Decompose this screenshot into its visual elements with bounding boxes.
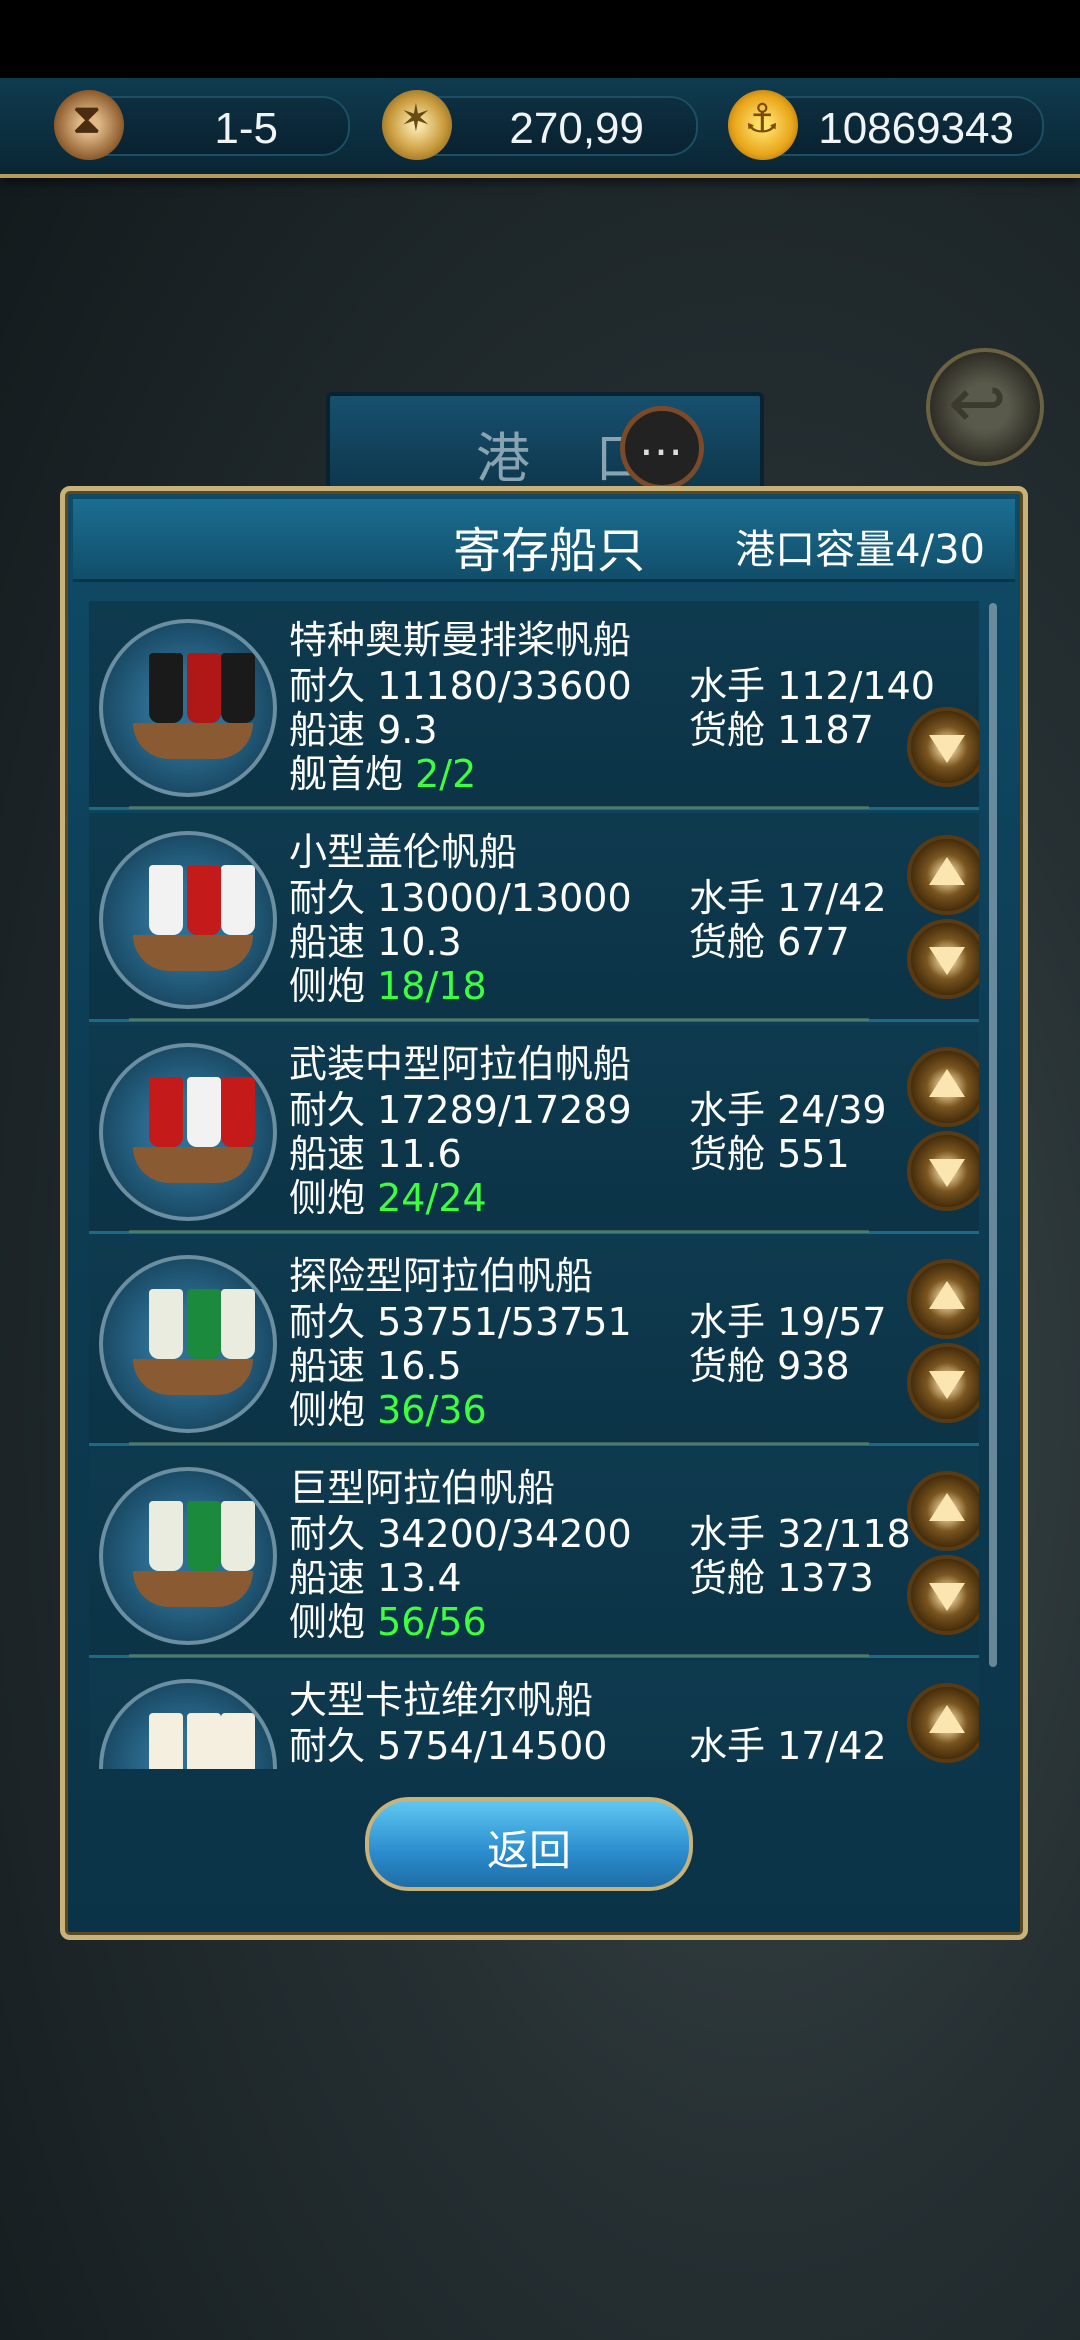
move-down-button[interactable] (907, 1343, 979, 1423)
move-down-button[interactable] (907, 707, 979, 787)
back-arrow-icon: ↩ (948, 362, 1007, 444)
cargo-label: 货舱 (689, 1132, 766, 1176)
ship-guns: 侧炮 24/24 (289, 1167, 487, 1222)
turn-value: 1-5 (214, 104, 278, 153)
ship-row[interactable]: 特种奥斯曼排桨帆船 耐久 11180/33600 船速 9.3 舰首炮 2/2 … (89, 601, 979, 810)
gun-label: 侧炮 (289, 1388, 366, 1432)
stored-ships-panel: 寄存船只 港口容量4/30 特种奥斯曼排桨帆船 耐久 11180/33600 船… (60, 486, 1028, 1940)
ship-guns: 侧炮 56/56 (289, 1591, 487, 1646)
coordinates: 270,99 (382, 90, 698, 160)
ship-cargo: 货舱 1373 (689, 1547, 874, 1602)
cargo-value: 551 (777, 1132, 850, 1176)
ship-durability: 耐久 5754/14500 (289, 1724, 608, 1768)
move-up-button[interactable] (907, 835, 979, 915)
ship-crew: 水手 17/42 (689, 1724, 887, 1768)
move-up-button[interactable] (907, 1259, 979, 1339)
ship-cargo: 货舱 1187 (689, 699, 874, 754)
ship-guns: 侧炮 36/36 (289, 1379, 487, 1434)
ship-row[interactable]: 大型卡拉维尔帆船 耐久 5754/14500 水手 17/42 (89, 1661, 979, 1769)
gun-label: 舰首炮 (289, 752, 404, 796)
gun-value: 2/2 (415, 752, 477, 796)
ship-guns: 舰首炮 2/2 (289, 743, 476, 798)
ship-cargo: 货舱 551 (689, 1123, 850, 1178)
ship-image (99, 1467, 277, 1645)
gold-value: 10869343 (818, 104, 1014, 153)
move-up-button[interactable] (907, 1683, 979, 1763)
move-down-button[interactable] (907, 1555, 979, 1635)
cargo-value: 677 (777, 920, 850, 964)
hourglass-icon (54, 90, 124, 160)
scrollbar[interactable] (989, 603, 997, 1667)
move-down-button[interactable] (907, 1131, 979, 1211)
return-button[interactable]: 返回 (365, 1797, 693, 1891)
cargo-label: 货舱 (689, 708, 766, 752)
panel-header: 寄存船只 港口容量4/30 (73, 499, 1015, 582)
panel-title: 寄存船只 (453, 523, 646, 579)
gun-value: 24/24 (377, 1176, 487, 1220)
ship-image (99, 1043, 277, 1221)
ship-cargo: 货舱 677 (689, 911, 850, 966)
resource-bar: 1-5 270,99 10869343 (0, 78, 1080, 178)
gun-value: 18/18 (377, 964, 487, 1008)
ship-image (99, 831, 277, 1009)
return-button-label: 返回 (486, 1826, 571, 1875)
ship-row[interactable]: 武装中型阿拉伯帆船 耐久 17289/17289 船速 11.6 侧炮 24/2… (89, 1025, 979, 1234)
chat-icon[interactable]: … (620, 406, 704, 490)
move-up-button[interactable] (907, 1471, 979, 1551)
capacity-value: 4/30 (895, 527, 985, 573)
gun-label: 侧炮 (289, 1176, 366, 1220)
anchor-coin-icon (728, 90, 798, 160)
move-up-button[interactable] (907, 1047, 979, 1127)
ship-guns: 侧炮 18/18 (289, 955, 487, 1010)
ship-image (99, 1255, 277, 1433)
gun-label: 侧炮 (289, 964, 366, 1008)
back-button[interactable]: ↩ (926, 348, 1044, 466)
coordinates-value: 270,99 (509, 104, 644, 153)
compass-icon (382, 90, 452, 160)
cargo-value: 938 (777, 1344, 850, 1388)
ship-image (99, 619, 277, 797)
gun-value: 36/36 (377, 1388, 487, 1432)
cargo-label: 货舱 (689, 1344, 766, 1388)
status-bar (0, 0, 1080, 78)
ship-image (99, 1679, 277, 1769)
turn-counter: 1-5 (54, 90, 350, 160)
cargo-value: 1373 (777, 1556, 874, 1600)
cargo-value: 1187 (777, 708, 874, 752)
ship-row[interactable]: 小型盖伦帆船 耐久 13000/13000 船速 10.3 侧炮 18/18 水… (89, 813, 979, 1022)
ship-row[interactable]: 探险型阿拉伯帆船 耐久 53751/53751 船速 16.5 侧炮 36/36… (89, 1237, 979, 1446)
gun-label: 侧炮 (289, 1600, 366, 1644)
gold-counter: 10869343 (728, 90, 1044, 160)
ship-cargo: 货舱 938 (689, 1335, 850, 1390)
ship-row[interactable]: 巨型阿拉伯帆船 耐久 34200/34200 船速 13.4 侧炮 56/56 … (89, 1449, 979, 1658)
move-down-button[interactable] (907, 919, 979, 999)
port-capacity: 港口容量4/30 (735, 517, 985, 575)
cargo-label: 货舱 (689, 1556, 766, 1600)
ship-list[interactable]: 特种奥斯曼排桨帆船 耐久 11180/33600 船速 9.3 舰首炮 2/2 … (89, 601, 979, 1769)
cargo-label: 货舱 (689, 920, 766, 964)
gun-value: 56/56 (377, 1600, 487, 1644)
capacity-label: 港口容量 (735, 527, 896, 573)
